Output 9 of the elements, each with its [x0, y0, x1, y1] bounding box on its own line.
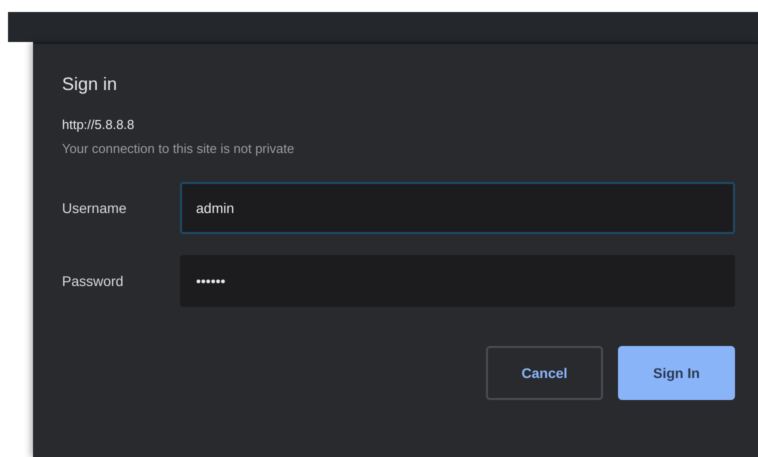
dialog-title: Sign in — [62, 74, 118, 95]
connection-warning: Your connection to this site is not private — [62, 141, 296, 156]
field-label: Password — [62, 273, 124, 289]
site-url: http://5.8.8.8 — [62, 117, 136, 132]
cancel-button[interactable]: Cancel — [486, 346, 603, 400]
input-field[interactable]: admin — [180, 182, 735, 234]
sign-in-button[interactable]: Sign In — [618, 346, 735, 400]
input-field[interactable]: •••••• — [180, 255, 735, 307]
field-label: Username — [62, 200, 128, 216]
